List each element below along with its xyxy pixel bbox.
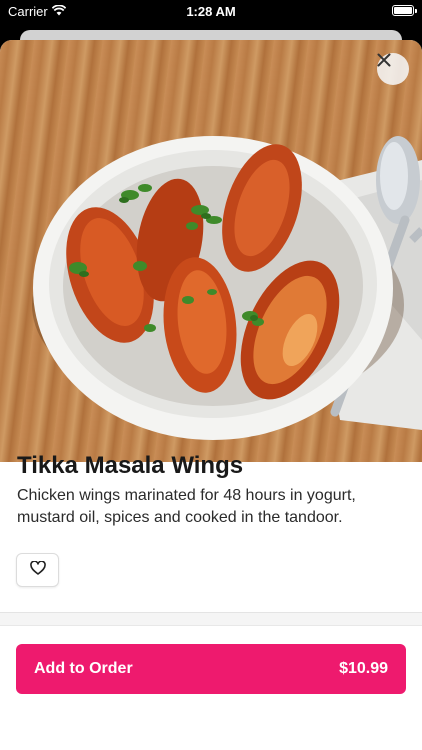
favorite-button[interactable]	[16, 553, 59, 587]
heart-outline-icon	[29, 559, 46, 580]
battery-icon	[392, 5, 417, 16]
section-divider	[0, 612, 422, 626]
item-title: Tikka Masala Wings	[17, 452, 244, 479]
status-bar: Carrier 1:28 AM	[0, 0, 422, 22]
clock: 1:28 AM	[186, 4, 236, 19]
item-photo	[0, 40, 422, 462]
add-to-order-label: Add to Order	[34, 660, 133, 677]
close-button[interactable]	[377, 53, 409, 85]
item-price: $10.99	[339, 660, 388, 677]
item-description: Chicken wings marinated for 48 hours in …	[17, 487, 356, 526]
add-to-order-button[interactable]: Add to Order $10.99	[16, 644, 406, 694]
